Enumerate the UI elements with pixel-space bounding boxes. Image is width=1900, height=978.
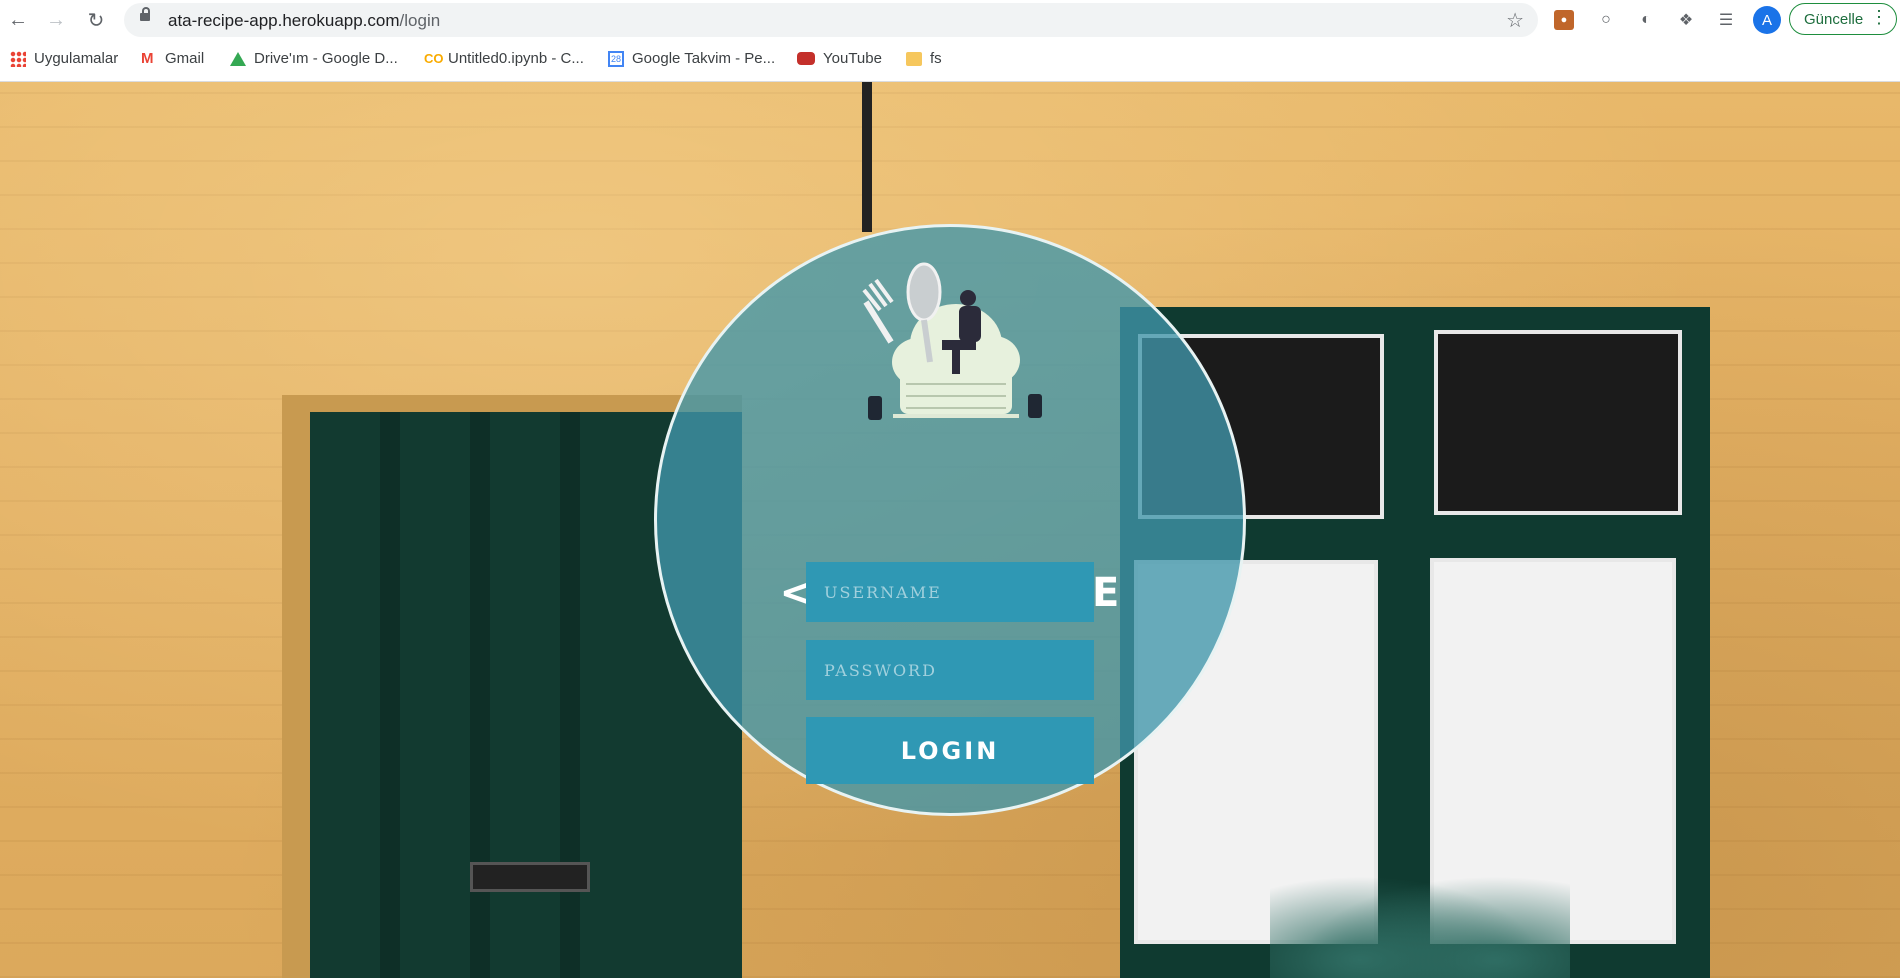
- colab-icon: CO: [424, 50, 444, 66]
- bookmark-colab[interactable]: CO Untitled0.ipynb - C...: [424, 50, 584, 67]
- forward-arrow-icon[interactable]: →: [44, 8, 68, 32]
- browser-toolbar: ← → ↻ ata-recipe-app.herokuapp.com/login…: [0, 0, 1900, 40]
- login-button[interactable]: LOGIN: [806, 717, 1094, 784]
- plant-pot: [1270, 862, 1570, 978]
- google-drive-icon: [230, 51, 246, 66]
- bookmark-gmail[interactable]: M Gmail: [141, 50, 204, 67]
- lock-icon: [140, 7, 150, 21]
- door-panel: [380, 412, 400, 978]
- window-pane-upper-right: [1434, 330, 1682, 515]
- chef-hat-logo: [862, 262, 1042, 420]
- avatar[interactable]: A: [1753, 6, 1781, 34]
- bookmark-label: Drive'ım - Google D...: [254, 50, 398, 67]
- password-input[interactable]: [806, 640, 1094, 700]
- back-arrow-icon[interactable]: ←: [6, 8, 30, 32]
- google-calendar-icon: 28: [608, 50, 624, 67]
- extension-icon[interactable]: ●: [1554, 10, 1574, 30]
- username-input[interactable]: [806, 562, 1094, 622]
- bookmark-label: Google Takvim - Pe...: [632, 50, 776, 67]
- bookmark-label: Gmail: [165, 50, 205, 67]
- bookmark-drive[interactable]: Drive'ım - Google D...: [230, 50, 398, 67]
- bookmark-calendar[interactable]: 28 Google Takvim - Pe...: [608, 50, 775, 67]
- door-panel: [470, 412, 490, 978]
- drain-pipe: [862, 82, 872, 232]
- bookmarks-bar: Uygulamalar M Gmail Drive'ım - Google D.…: [0, 40, 1900, 82]
- bookmark-fs[interactable]: fs: [906, 50, 942, 67]
- reload-icon[interactable]: ↻: [84, 8, 108, 32]
- bookmark-label: YouTube: [823, 50, 882, 67]
- bookmark-label: Untitled0.ipynb - C...: [448, 50, 584, 67]
- address-bar[interactable]: ata-recipe-app.herokuapp.com/login ☆: [124, 3, 1538, 37]
- folder-icon: [906, 51, 922, 66]
- bookmark-star-icon[interactable]: ☆: [1506, 8, 1524, 33]
- extension-icon[interactable]: ◐: [1634, 8, 1658, 32]
- reading-list-icon[interactable]: ☰: [1714, 8, 1738, 32]
- update-button[interactable]: Güncelle ⋮: [1789, 3, 1897, 35]
- bookmark-youtube[interactable]: YouTube: [797, 50, 882, 67]
- door-panel: [560, 412, 580, 978]
- bookmark-label: fs: [930, 50, 942, 67]
- apps-grid-icon: [10, 50, 26, 67]
- url-text: ata-recipe-app.herokuapp.com/login: [168, 11, 441, 30]
- bookmark-apps[interactable]: Uygulamalar: [10, 50, 118, 67]
- bookmark-label: Uygulamalar: [34, 50, 119, 67]
- puzzle-icon[interactable]: ❖: [1674, 8, 1698, 32]
- login-page: <ata/> RECIPE LOGIN: [0, 82, 1900, 978]
- more-menu-icon[interactable]: ⋮: [1870, 7, 1888, 28]
- mail-slot: [470, 862, 590, 892]
- gmail-icon: M: [141, 49, 154, 67]
- extension-icon[interactable]: ○: [1594, 8, 1618, 32]
- update-button-label: Güncelle: [1804, 10, 1864, 28]
- youtube-icon: [797, 52, 815, 65]
